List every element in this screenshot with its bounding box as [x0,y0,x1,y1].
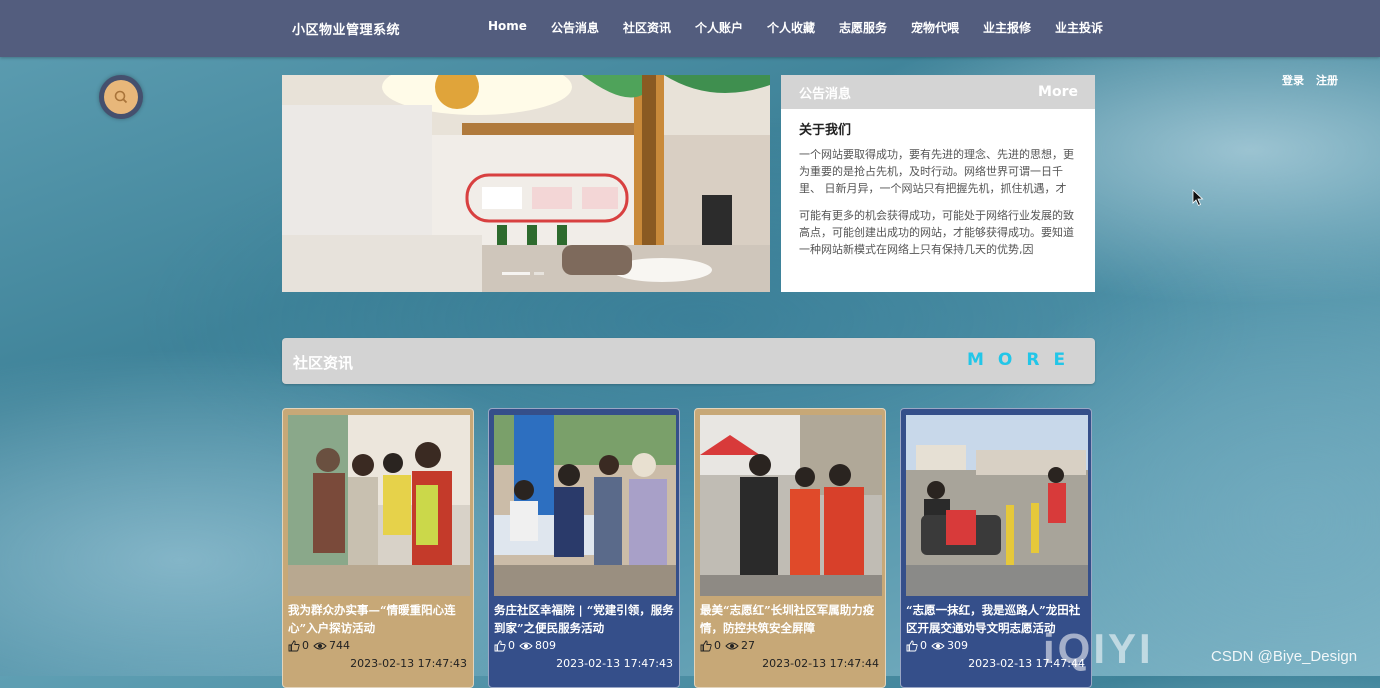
thumbs-up-icon[interactable] [906,640,918,652]
news-card-date: 2023-02-13 17:47:43 [350,657,467,670]
thumbs-up-icon[interactable] [494,640,506,652]
news-card-image [906,415,1088,596]
like-count: 0 [714,639,721,652]
view-count: 309 [947,639,968,652]
eye-icon [725,642,739,649]
news-card-image [700,415,882,596]
announcement-header-title: 公告消息 [799,86,852,102]
announcement-title[interactable]: 关于我们 [799,119,1077,138]
nav-favorites[interactable]: 个人收藏 [767,19,815,36]
eye-icon [313,642,327,649]
news-card[interactable]: 最美“志愿红”长圳社区军属助力疫情，防控共筑安全屏障 0 27 2023-02-… [694,408,886,688]
main-nav: Home 公告消息 社区资讯 个人账户 个人收藏 志愿服务 宠物代喂 业主报修 … [476,19,1115,36]
auth-links: 登录 注册 [1282,72,1350,88]
announcement-header: 公告消息 More [781,75,1095,109]
view-count: 809 [535,639,556,652]
login-link[interactable]: 登录 [1282,74,1304,87]
announcement-paragraph: 可能有更多的机会获得成功，可能处于网络行业发展的致高点，可能创建出成功的网站，才… [799,209,1074,256]
news-card-title[interactable]: 务庄社区幸福院 | “党建引领，服务到家”之便民服务活动 [494,601,678,637]
thumbs-up-icon[interactable] [700,640,712,652]
nav-repair[interactable]: 业主报修 [983,19,1031,36]
nav-home[interactable]: Home [488,19,527,36]
news-card-image [288,415,470,596]
news-card-stats: 0 744 [288,639,350,652]
news-card-stats: 0 27 [700,639,755,652]
like-count: 0 [920,639,927,652]
announcement-panel: 公告消息 More 关于我们 一个网站要取得成功，要有先进的理念、先进的思想，更… [781,75,1095,292]
nav-account[interactable]: 个人账户 [695,19,743,36]
community-news-section-header: 社区资讯 MORE [282,338,1095,384]
banner-image [282,75,770,292]
announcement-paragraph: 一个网站要取得成功，要有先进的理念、先进的思想，更为重要的是抢占先机，及时行动。… [799,148,1074,195]
like-count: 0 [302,639,309,652]
news-card-stats: 0 809 [494,639,556,652]
like-count: 0 [508,639,515,652]
announcement-body: 关于我们 一个网站要取得成功，要有先进的理念、先进的思想，更为重要的是抢占先机，… [781,109,1095,278]
iqiyi-logo-watermark: iQIYI [1043,625,1154,672]
section-more-link[interactable]: MORE [967,350,1079,370]
register-link[interactable]: 注册 [1316,74,1338,87]
news-card-date: 2023-02-13 17:47:44 [762,657,879,670]
search-button[interactable] [99,75,143,119]
news-card-title[interactable]: 我为群众办实事—“情暖重阳心连心”入户探访活动 [288,601,472,637]
announcement-more-link[interactable]: More [1038,84,1078,100]
news-card-stats: 0 309 [906,639,968,652]
banner-carousel[interactable] [282,75,770,292]
site-brand[interactable]: 小区物业管理系统 [292,19,400,38]
search-icon [104,80,138,114]
top-nav-bar: 小区物业管理系统 Home 公告消息 社区资讯 个人账户 个人收藏 志愿服务 宠… [0,0,1380,57]
news-card[interactable]: 我为群众办实事—“情暖重阳心连心”入户探访活动 0 744 2023-02-13… [282,408,474,688]
view-count: 744 [329,639,350,652]
news-card-date: 2023-02-13 17:47:43 [556,657,673,670]
nav-announcements[interactable]: 公告消息 [551,19,599,36]
nav-complaint[interactable]: 业主投诉 [1055,19,1103,36]
section-title: 社区资讯 [293,354,354,372]
news-card[interactable]: 务庄社区幸福院 | “党建引领，服务到家”之便民服务活动 0 809 2023-… [488,408,680,688]
news-card-image [494,415,676,596]
eye-icon [931,642,945,649]
nav-volunteer[interactable]: 志愿服务 [839,19,887,36]
nav-community-news[interactable]: 社区资讯 [623,19,671,36]
view-count: 27 [741,639,755,652]
mouse-cursor-icon [1192,189,1204,207]
thumbs-up-icon[interactable] [288,640,300,652]
eye-icon [519,642,533,649]
news-card-title[interactable]: 最美“志愿红”长圳社区军属助力疫情，防控共筑安全屏障 [700,601,884,637]
csdn-watermark: CSDN @Biye_Design [1211,648,1358,665]
nav-pet-feeding[interactable]: 宠物代喂 [911,19,959,36]
